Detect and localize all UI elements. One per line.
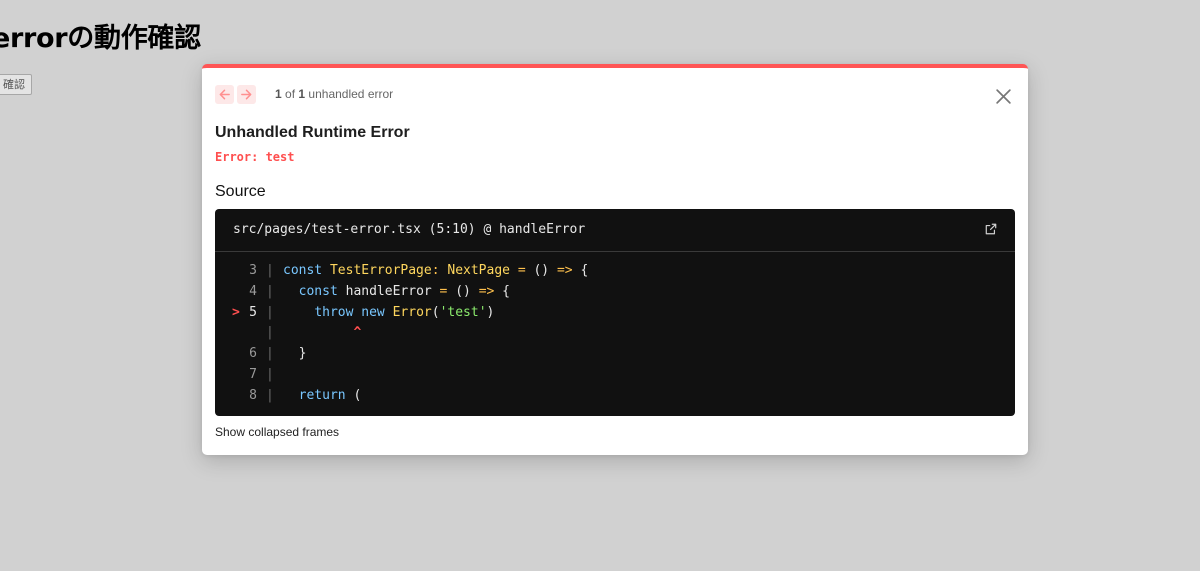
error-counter: 1 of 1 unhandled error xyxy=(275,87,393,101)
gutter-bar: | xyxy=(266,325,274,341)
line-number: 5 xyxy=(249,304,257,320)
arrow-left-icon xyxy=(219,89,230,100)
source-location-link[interactable]: src/pages/test-error.tsx (5:10) @ handle… xyxy=(233,222,585,237)
line-number: 7 xyxy=(249,366,257,382)
gutter-bar: | xyxy=(266,387,274,403)
code-text: ^ xyxy=(283,323,361,344)
code-text: const TestErrorPage: NextPage = () => { xyxy=(283,263,589,278)
code-line: 7 | xyxy=(215,365,1015,386)
error-title: Unhandled Runtime Error xyxy=(215,124,410,141)
line-number: 3 xyxy=(249,263,257,278)
line-number: 8 xyxy=(249,387,257,403)
code-text: } xyxy=(283,346,307,362)
code-text: throw new Error('test') xyxy=(314,304,495,320)
line-number: 4 xyxy=(249,283,257,299)
code-line: | ^ xyxy=(215,323,1015,344)
gutter-bar: | xyxy=(266,346,274,362)
error-index: 1 xyxy=(275,87,282,101)
code-text: const handleError = () => { xyxy=(298,283,510,299)
gutter-bar: | xyxy=(266,366,274,382)
error-overlay-dialog: 1 of 1 unhandled error Unhandled Runtime… xyxy=(202,64,1028,455)
close-icon[interactable] xyxy=(995,88,1012,105)
line-number: 6 xyxy=(249,346,257,362)
gutter-bar: | xyxy=(266,283,274,299)
error-total: 1 xyxy=(298,87,306,101)
page-background: errorの動作確認 確認 1 of 1 unhandled error Unh… xyxy=(0,0,1200,571)
code-line: 6 | } xyxy=(215,344,1015,365)
code-line: 3 | const TestErrorPage: NextPage = () => … xyxy=(215,261,1015,282)
previous-error-button[interactable] xyxy=(215,85,234,104)
next-error-button[interactable] xyxy=(237,85,256,104)
code-line: 8 | return ( xyxy=(215,386,1015,407)
code-frame: src/pages/test-error.tsx (5:10) @ handle… xyxy=(215,209,1015,416)
error-caret: ^ xyxy=(283,325,362,341)
confirm-button[interactable]: 確認 xyxy=(0,74,32,95)
show-collapsed-frames-button[interactable]: Show collapsed frames xyxy=(215,425,339,439)
error-of: of xyxy=(285,87,296,101)
code-frame-header: src/pages/test-error.tsx (5:10) @ handle… xyxy=(215,209,1015,252)
gutter-bar: | xyxy=(266,304,274,320)
code-line: >5 | throw new Error('test') xyxy=(215,303,1015,324)
external-link-icon[interactable] xyxy=(985,223,997,235)
gutter-bar: | xyxy=(266,263,274,278)
code-lines: 3 | const TestErrorPage: NextPage = () => … xyxy=(215,261,1015,407)
arrow-right-icon xyxy=(241,89,252,100)
error-suffix: unhandled error xyxy=(308,87,394,101)
code-text: return ( xyxy=(298,387,362,403)
error-message: Error: test xyxy=(215,150,295,164)
source-heading: Source xyxy=(215,183,266,200)
page-title: errorの動作確認 xyxy=(0,23,201,54)
code-line: 4 | const handleError = () => { xyxy=(215,282,1015,303)
